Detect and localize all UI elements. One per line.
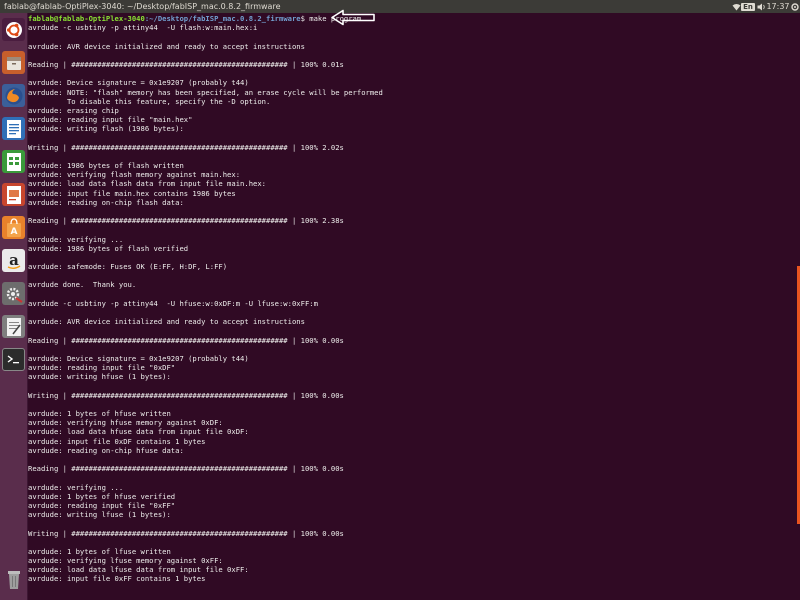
impress-icon[interactable] bbox=[2, 183, 25, 206]
terminal-line: Reading | ##############################… bbox=[28, 464, 344, 474]
terminal-line: avrdude: erasing chip bbox=[28, 105, 119, 115]
terminal-line: Reading | ##############################… bbox=[28, 216, 344, 226]
amazon-icon[interactable]: a bbox=[2, 249, 25, 272]
terminal-line: avrdude: input file main.hex contains 19… bbox=[28, 188, 236, 198]
terminal-line: avrdude: writing lfuse (1 bytes): bbox=[28, 510, 171, 520]
window-title: fablab@fablab-OptiPlex-3040: ~/Desktop/f… bbox=[4, 2, 281, 11]
annotation-arrow-icon bbox=[331, 9, 375, 26]
trash-icon[interactable] bbox=[2, 568, 25, 591]
terminal-line: avrdude: verifying ... bbox=[28, 482, 124, 492]
prompt-user: fablab@fablab-OptiPlex-3040 bbox=[28, 14, 145, 23]
terminal-line: avrdude: Device signature = 0x1e9207 (pr… bbox=[28, 78, 249, 88]
terminal-line: avrdude: load data hfuse data from input… bbox=[28, 427, 249, 437]
terminal-line: avrdude: reading input file "0xFF" bbox=[28, 500, 176, 510]
terminal-line: Writing | ##############################… bbox=[28, 390, 344, 400]
calc-icon[interactable] bbox=[2, 150, 25, 173]
files-icon[interactable] bbox=[2, 51, 25, 74]
terminal-line: avrdude: 1 bytes of lfuse written bbox=[28, 546, 171, 556]
terminal-line: avrdude: verifying flash memory against … bbox=[28, 170, 241, 180]
terminal-line: avrdude: NOTE: "flash" memory has been s… bbox=[28, 87, 383, 97]
terminal-line: avrdude: writing flash (1986 bytes): bbox=[28, 124, 184, 134]
ubuntu-logo-icon[interactable] bbox=[2, 18, 25, 41]
prompt-path: :~/Desktop/fabISP_mac.0.8.2_firmware bbox=[144, 14, 301, 23]
terminal-line: Writing | ##############################… bbox=[28, 142, 344, 152]
terminal-line: avrdude: verifying ... bbox=[28, 234, 124, 244]
terminal-line: avrdude: 1 bytes of hfuse verified bbox=[28, 491, 176, 501]
terminal-line: avrdude: reading on-chip hfuse data: bbox=[28, 445, 184, 455]
terminal-line: avrdude: AVR device initialized and read… bbox=[28, 317, 305, 327]
terminal-line: avrdude -c usbtiny -p attiny44 -U flash:… bbox=[28, 23, 258, 33]
terminal-line: avrdude: input file 0xFF contains 1 byte… bbox=[28, 574, 206, 584]
terminal-line: avrdude: verifying lfuse memory against … bbox=[28, 556, 223, 566]
terminal-line: avrdude: 1986 bytes of flash verified bbox=[28, 243, 189, 253]
terminal-line: avrdude -c usbtiny -p attiny44 -U hfuse:… bbox=[28, 298, 318, 308]
terminal-line: Reading | ##############################… bbox=[28, 335, 344, 345]
terminal-line: avrdude: Device signature = 0x1e9207 (pr… bbox=[28, 353, 249, 363]
keyboard-layout-indicator[interactable]: En bbox=[741, 0, 755, 13]
terminal-output[interactable]: fablab@fablab-OptiPlex-3040:~/Desktop/fa… bbox=[28, 14, 800, 600]
terminal-line: avrdude: reading input file "0xDF" bbox=[28, 363, 176, 373]
terminal-line: avrdude: verifying hfuse memory against … bbox=[28, 418, 223, 428]
terminal-line: avrdude: load data lfuse data from input… bbox=[28, 565, 249, 575]
terminal-icon[interactable] bbox=[2, 348, 25, 371]
volume-icon[interactable] bbox=[756, 0, 766, 13]
svg-text:A: A bbox=[10, 227, 17, 237]
terminal-line: To disable this feature, specify the -D … bbox=[28, 96, 271, 106]
terminal-line: avrdude: input file 0xDF contains 1 byte… bbox=[28, 436, 206, 446]
settings-icon[interactable] bbox=[2, 282, 25, 305]
gear-icon[interactable] bbox=[790, 0, 799, 13]
terminal-line: avrdude: 1 bytes of hfuse written bbox=[28, 409, 171, 419]
firefox-icon[interactable] bbox=[2, 84, 25, 107]
terminal-prompt-line: fablab@fablab-OptiPlex-3040:~/Desktop/fa… bbox=[28, 14, 800, 23]
svg-text:a: a bbox=[9, 251, 19, 269]
keyboard-layout-label: En bbox=[741, 2, 755, 11]
terminal-line: Writing | ##############################… bbox=[28, 528, 344, 538]
wifi-icon[interactable] bbox=[731, 0, 741, 13]
terminal-line: avrdude: load data flash data from input… bbox=[28, 179, 266, 189]
terminal-line: avrdude: writing hfuse (1 bytes): bbox=[28, 372, 171, 382]
terminal-line: avrdude: AVR device initialized and read… bbox=[28, 41, 305, 51]
writer-icon[interactable] bbox=[2, 117, 25, 140]
text-editor-icon[interactable] bbox=[2, 315, 25, 338]
terminal-line: avrdude: reading on-chip flash data: bbox=[28, 197, 184, 207]
terminal-line: avrdude: safemode: Fuses OK (E:FF, H:DF,… bbox=[28, 262, 228, 272]
terminal-line: avrdude done. Thank you. bbox=[28, 280, 137, 290]
software-center-icon[interactable]: A bbox=[2, 216, 25, 239]
clock[interactable]: 17:37 bbox=[766, 0, 789, 13]
terminal-line: avrdude: reading input file "main.hex" bbox=[28, 115, 193, 125]
terminal-line: Reading | ##############################… bbox=[28, 59, 344, 69]
terminal-lines: avrdude -c usbtiny -p attiny44 -U flash:… bbox=[28, 23, 800, 583]
launcher: A a bbox=[0, 13, 28, 600]
top-panel: fablab@fablab-OptiPlex-3040: ~/Desktop/f… bbox=[0, 0, 800, 13]
terminal-line: avrdude: 1986 bytes of flash written bbox=[28, 161, 184, 170]
